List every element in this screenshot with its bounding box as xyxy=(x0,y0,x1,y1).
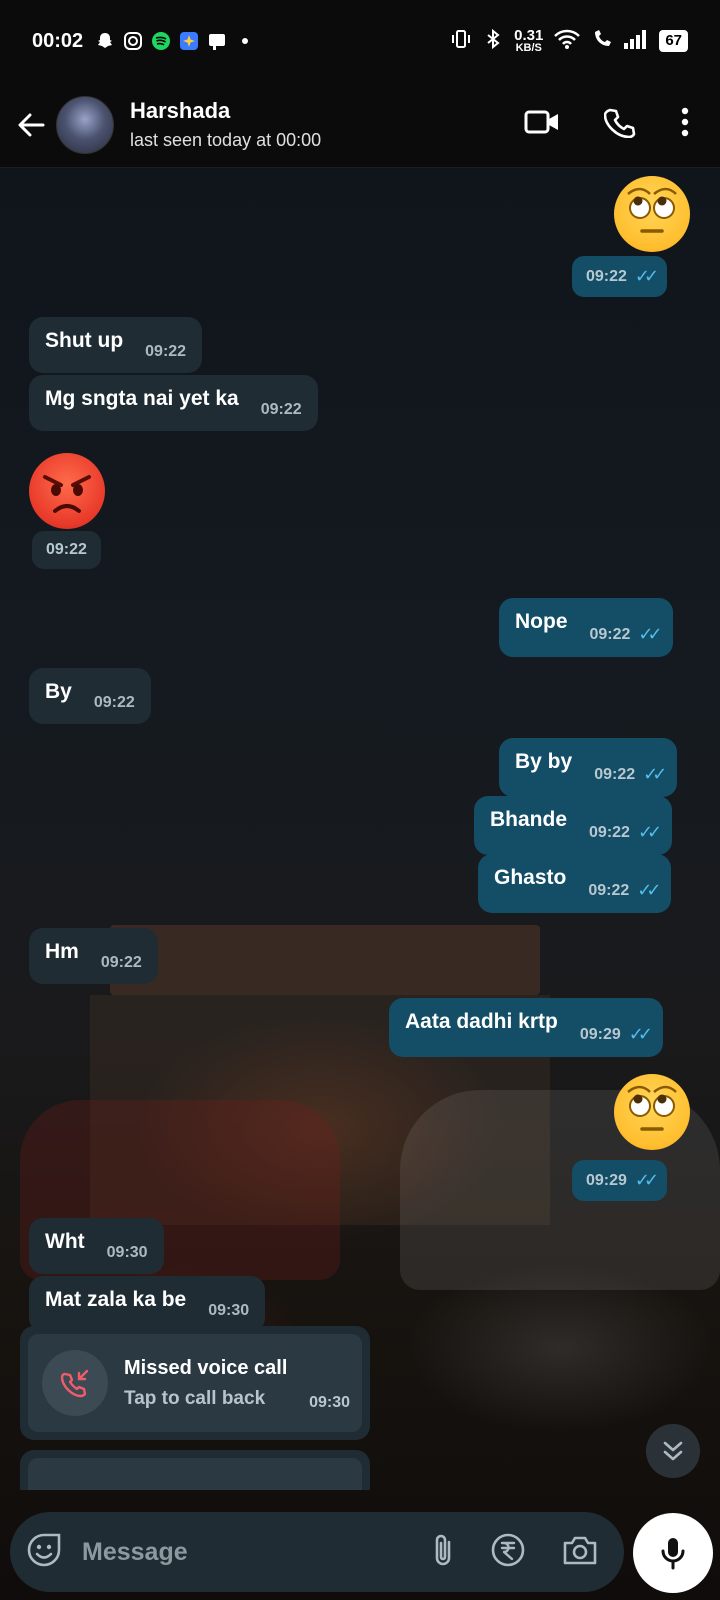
message-time: 09:30 xyxy=(208,1302,250,1319)
outgoing-message[interactable]: Bhande 09:22 ✓✓ xyxy=(474,796,673,855)
tap-to-call-back[interactable]: Tap to call back xyxy=(124,1388,287,1410)
dot-icon xyxy=(235,31,255,51)
message-time: 09:22 xyxy=(589,823,630,841)
angry-face-emoji[interactable] xyxy=(29,453,105,529)
message-time: 09:29 xyxy=(586,1171,627,1189)
missed-call-icon xyxy=(42,1350,108,1416)
contact-info[interactable]: Harshada last seen today at 00:00 xyxy=(130,98,321,151)
message-time: 09:22 xyxy=(588,881,630,899)
outgoing-message[interactable]: Nope 09:22 ✓✓ xyxy=(499,598,673,657)
network-speed-unit: KB/S xyxy=(515,42,542,54)
last-seen-status: last seen today at 00:00 xyxy=(130,130,322,150)
rupee-payment-icon[interactable] xyxy=(490,1532,526,1573)
message-time: 09:22 xyxy=(594,765,636,783)
message-time: 09:22 xyxy=(145,343,187,360)
message-timestamp: 09:22 xyxy=(32,531,101,569)
network-speed: 0.31 KB/S xyxy=(514,28,543,54)
message-text: Ghasto xyxy=(494,866,567,889)
partial-message-card[interactable] xyxy=(20,1450,370,1490)
message-composer: Message xyxy=(0,1512,720,1600)
wifi-call-icon xyxy=(591,28,613,55)
read-ticks-icon: ✓✓ xyxy=(628,1024,653,1044)
eye-roll-emoji[interactable] xyxy=(614,1074,690,1150)
wifi-icon xyxy=(553,28,581,55)
incoming-message[interactable]: By 09:22 xyxy=(29,668,151,724)
message-timestamp: 09:22 ✓✓ xyxy=(572,256,668,297)
voice-call-icon[interactable] xyxy=(603,106,636,143)
message-time: 09:22 xyxy=(260,401,302,418)
signal-icon xyxy=(623,28,649,55)
battery-level: 67 xyxy=(665,32,682,49)
network-speed-value: 0.31 xyxy=(514,27,544,44)
read-ticks-icon: ✓✓ xyxy=(634,266,659,286)
app-icon xyxy=(179,31,199,51)
incoming-message[interactable]: Hm 09:22 xyxy=(29,928,158,984)
spotify-icon xyxy=(151,31,171,51)
message-input-pill[interactable]: Message xyxy=(10,1512,624,1592)
message-time: 09:22 xyxy=(586,267,627,285)
message-text: Wht xyxy=(45,1230,85,1253)
eye-roll-emoji[interactable] xyxy=(614,176,690,252)
attach-icon[interactable] xyxy=(432,1532,454,1573)
message-list[interactable]: 09:22 ✓✓ Shut up 09:22 Mg sngta nai yet … xyxy=(0,168,720,1512)
read-ticks-icon: ✓✓ xyxy=(637,822,662,842)
incoming-message[interactable]: Wht 09:30 xyxy=(29,1218,164,1274)
instagram-icon xyxy=(123,31,143,51)
incoming-message[interactable]: Mat zala ka be 09:30 xyxy=(29,1276,266,1332)
read-ticks-icon: ✓✓ xyxy=(634,1170,659,1190)
message-text: Bhande xyxy=(490,808,568,831)
chat-header: Harshada last seen today at 00:00 xyxy=(0,82,720,168)
snapchat-icon xyxy=(95,31,115,51)
missed-call-card[interactable]: Missed voice call Tap to call back 09:30 xyxy=(20,1326,370,1440)
message-text: Hm xyxy=(45,940,79,963)
outgoing-message[interactable]: Aata dadhi krtp 09:29 ✓✓ xyxy=(389,998,663,1057)
message-text: By xyxy=(45,680,72,703)
gallery-icon xyxy=(207,31,227,51)
status-time: 00:02 xyxy=(32,29,84,52)
message-time: 09:22 xyxy=(100,954,142,971)
message-time: 09:30 xyxy=(309,1394,350,1411)
missed-call-title: Missed voice call xyxy=(124,1356,288,1379)
emoji-icon[interactable] xyxy=(26,1532,62,1573)
battery-icon: 67 xyxy=(659,30,688,52)
message-input[interactable]: Message xyxy=(82,1538,188,1567)
bluetooth-icon xyxy=(482,28,504,55)
message-text: Shut up xyxy=(45,329,124,352)
message-timestamp: 09:29 ✓✓ xyxy=(572,1160,668,1201)
message-time: 09:22 xyxy=(93,694,135,711)
camera-icon[interactable] xyxy=(562,1534,598,1571)
more-options-icon[interactable] xyxy=(680,106,690,143)
message-time: 09:22 xyxy=(589,625,631,643)
message-text: Mg sngta nai yet ka xyxy=(45,387,239,410)
incoming-message[interactable]: Mg sngta nai yet ka 09:22 xyxy=(29,375,318,431)
missed-call-inner[interactable]: Missed voice call Tap to call back 09:30 xyxy=(28,1334,362,1432)
mic-icon xyxy=(661,1538,685,1570)
message-text: Aata dadhi krtp xyxy=(405,1010,558,1033)
message-time: 09:22 xyxy=(46,541,87,558)
message-time: 09:30 xyxy=(106,1244,148,1261)
message-text: Mat zala ka be xyxy=(45,1288,187,1311)
message-text: By by xyxy=(515,750,573,773)
video-call-icon[interactable] xyxy=(524,108,560,141)
outgoing-message[interactable]: By by 09:22 ✓✓ xyxy=(499,738,678,797)
status-bar: 00:02 0.31 KB/S 67 xyxy=(0,0,720,82)
back-arrow-icon[interactable] xyxy=(8,102,54,148)
incoming-message[interactable]: Shut up 09:22 xyxy=(29,317,203,373)
mic-button[interactable] xyxy=(633,1513,713,1593)
double-chevron-down-icon xyxy=(663,1441,683,1461)
outgoing-message[interactable]: Ghasto 09:22 ✓✓ xyxy=(478,854,672,913)
scroll-to-bottom-button[interactable] xyxy=(646,1424,700,1478)
read-ticks-icon: ✓✓ xyxy=(638,624,662,644)
read-ticks-icon: ✓✓ xyxy=(643,764,667,784)
read-ticks-icon: ✓✓ xyxy=(637,880,661,900)
message-time: 09:29 xyxy=(579,1025,621,1043)
message-text: Nope xyxy=(515,610,568,633)
contact-name[interactable]: Harshada xyxy=(130,98,321,124)
contact-avatar[interactable] xyxy=(56,95,114,154)
vibrate-icon xyxy=(450,28,472,55)
